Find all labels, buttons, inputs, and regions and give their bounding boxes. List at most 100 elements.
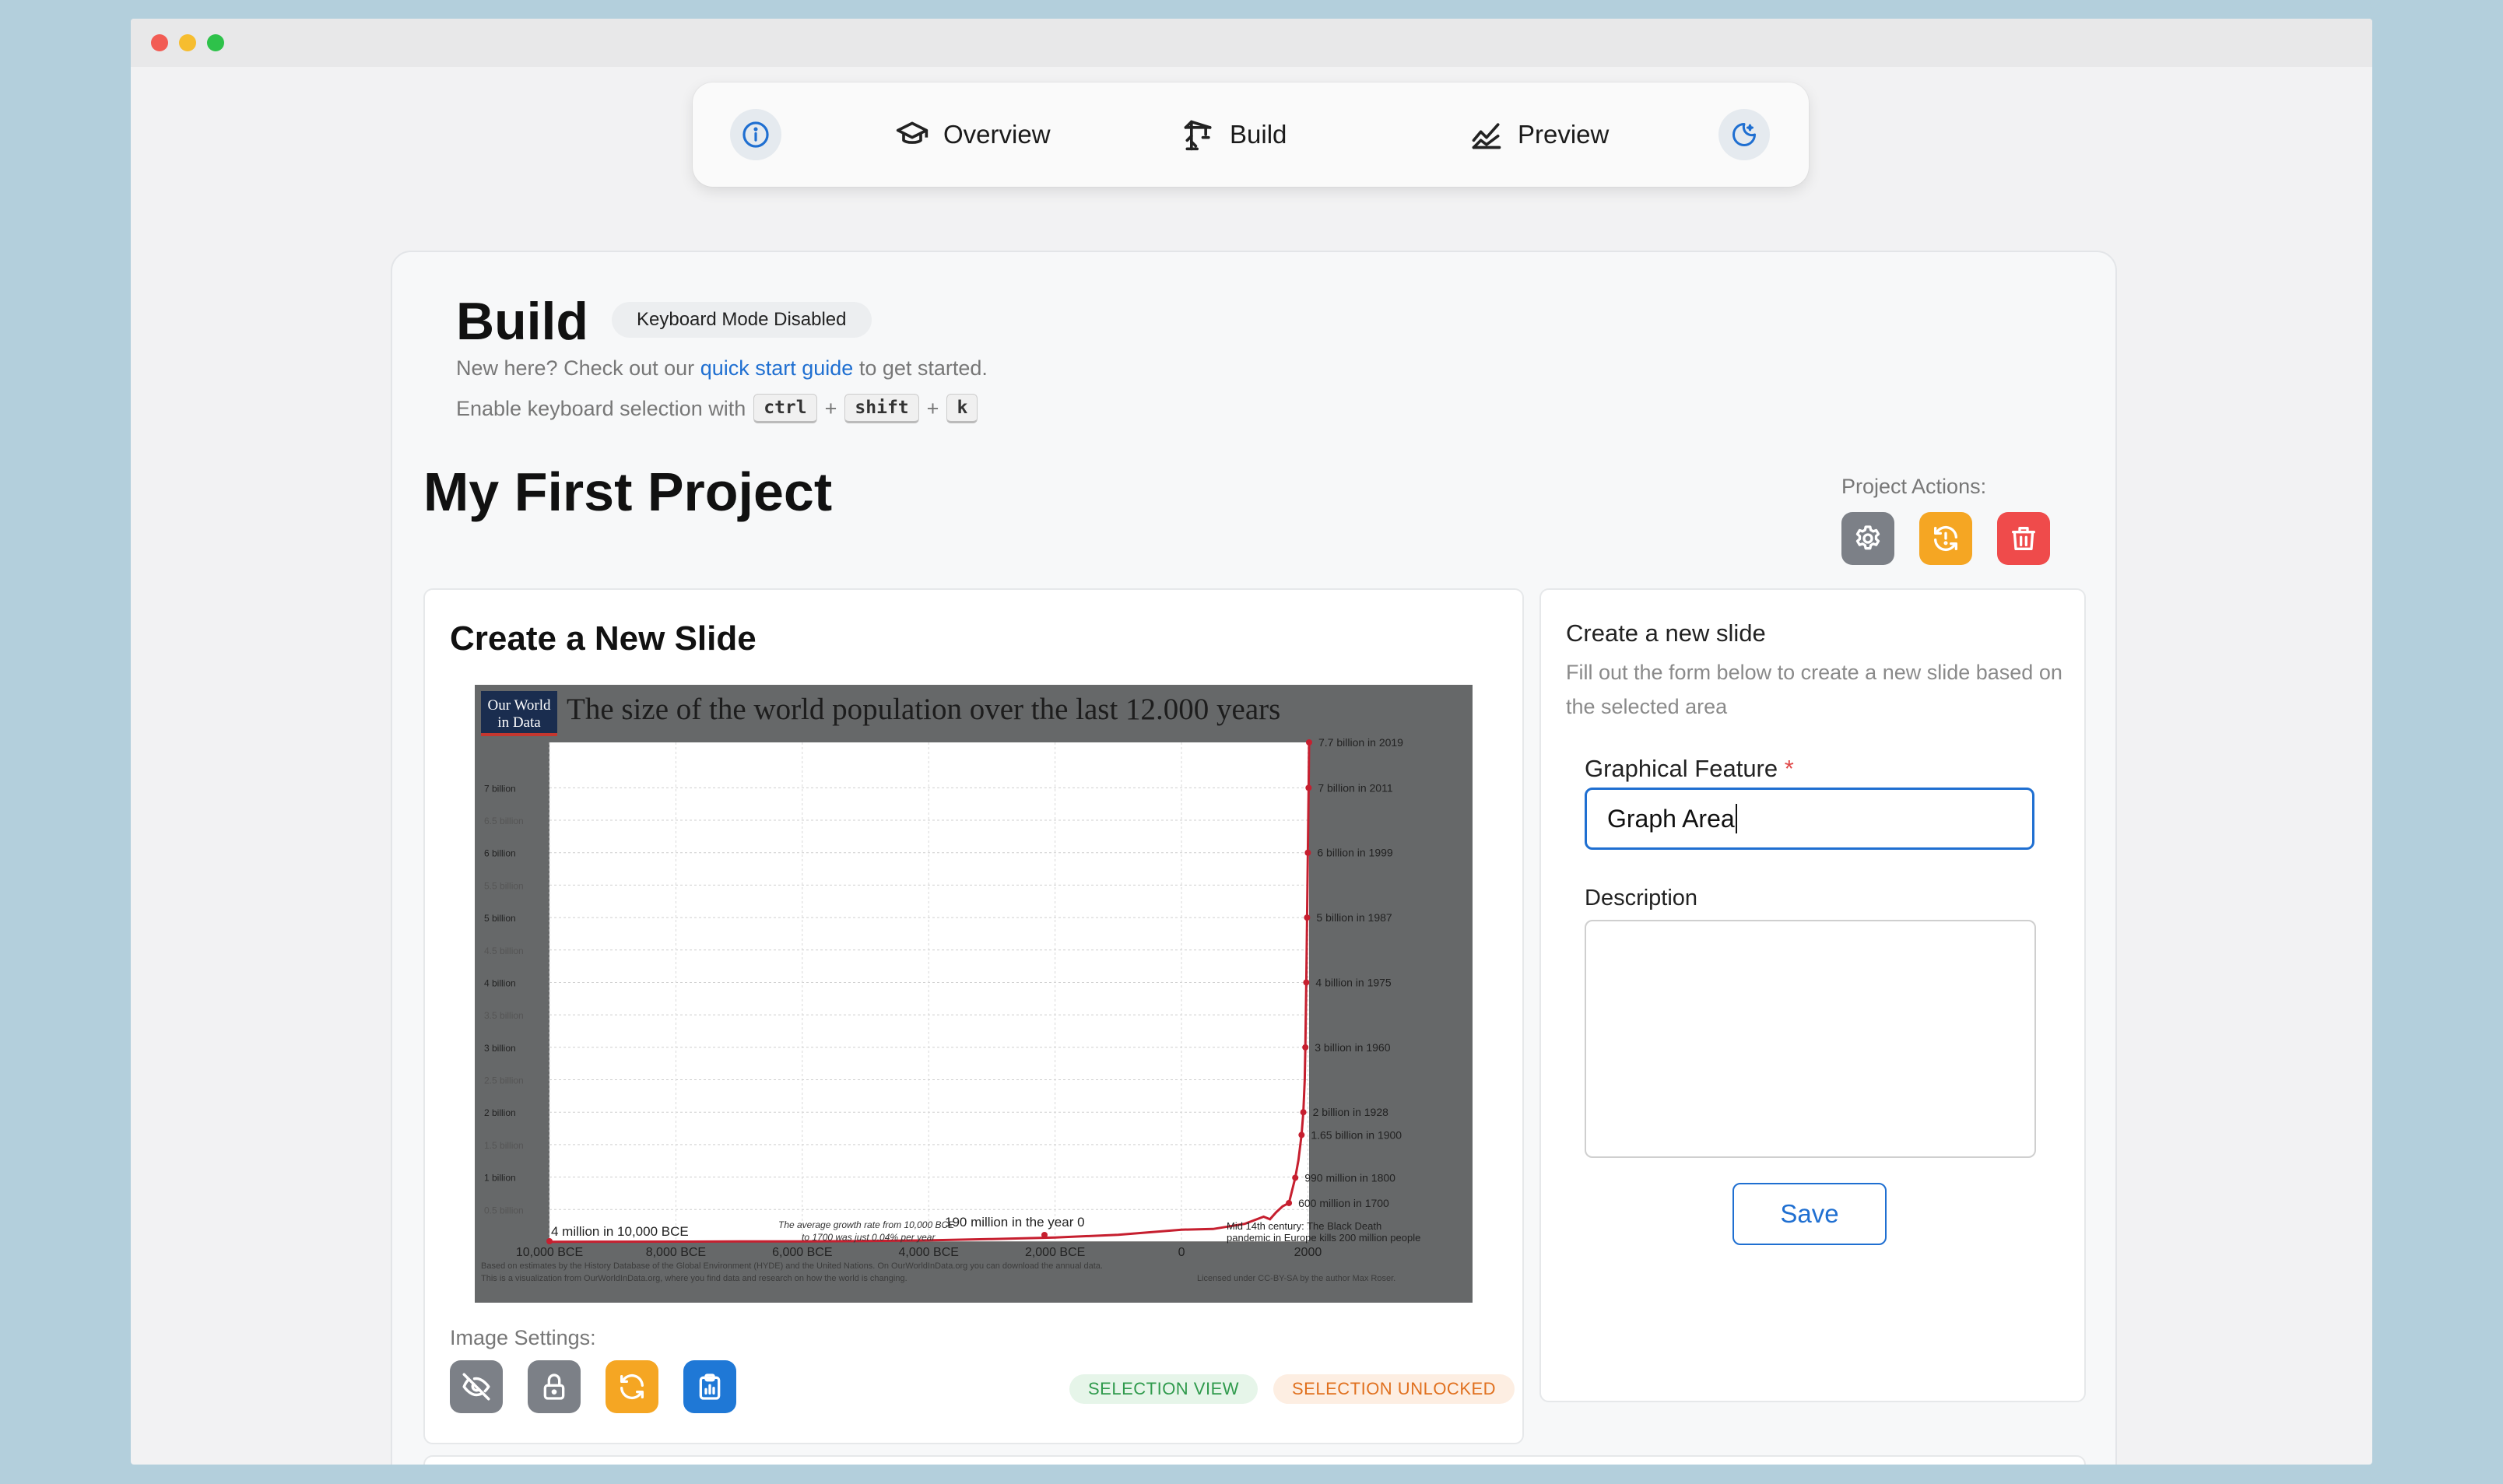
y-tick-label: 3 billion xyxy=(484,1043,516,1054)
create-slide-heading: Create a New Slide xyxy=(450,619,757,658)
y-tick-label: 6.5 billion xyxy=(484,816,524,826)
chart-license: Licensed under CC-BY-SA by the author Ma… xyxy=(1197,1274,1395,1283)
chart-line-icon xyxy=(1472,123,1501,149)
gear-icon xyxy=(1855,525,1880,550)
x-tick-label: 0 xyxy=(1178,1246,1185,1259)
nav-overview[interactable]: Overview xyxy=(895,109,1051,160)
lock-selection-button[interactable] xyxy=(528,1360,581,1413)
year0-annotation: 190 million in the year 0 xyxy=(945,1215,1085,1230)
refresh-alert-icon xyxy=(1934,525,1957,552)
crane-icon xyxy=(1184,120,1212,151)
owid-logo-underline xyxy=(481,733,557,736)
growth-annotation-2: to 1700 was just 0.04% per year xyxy=(802,1232,936,1243)
nav-build[interactable]: Build xyxy=(1181,109,1287,160)
data-point-label: 7 billion in 2011 xyxy=(1318,781,1392,794)
project-delete-button[interactable] xyxy=(1997,512,2050,565)
quick-start-link[interactable]: quick start guide xyxy=(700,356,854,380)
data-point-label: 1.65 billion in 1900 xyxy=(1311,1128,1402,1141)
description-textarea[interactable] xyxy=(1585,920,2036,1158)
project-settings-button[interactable] xyxy=(1841,512,1894,565)
create-slide-panel: Create a New Slide Our World in Data The… xyxy=(423,588,1524,1444)
window-titlebar xyxy=(131,19,2372,67)
growth-annotation-1: The average growth rate from 10,000 BCE xyxy=(778,1219,955,1230)
chart-image[interactable]: Our World in Data The size of the world … xyxy=(475,685,1473,1303)
description-label: Description xyxy=(1585,886,1698,910)
plague-annotation-2: pandemic in Europe kills 200 million peo… xyxy=(1227,1232,1420,1244)
info-button[interactable] xyxy=(730,109,781,160)
population-chart[interactable]: Our World in Data The size of the world … xyxy=(475,685,1473,1303)
owid-logo-line1: Our World xyxy=(488,697,551,714)
data-point xyxy=(1303,979,1310,986)
keyboard-hint-text: Enable keyboard selection with xyxy=(456,396,746,420)
data-point xyxy=(1305,784,1312,791)
graphical-feature-input[interactable]: Graph Area xyxy=(1585,788,2034,850)
kbd-plus: + xyxy=(824,396,837,420)
text-caret xyxy=(1735,804,1737,833)
y-tick-label: 2.5 billion xyxy=(484,1075,524,1086)
image-settings-label: Image Settings: xyxy=(450,1326,596,1349)
reset-image-button[interactable] xyxy=(606,1360,658,1413)
selection-lock-pill: SELECTION UNLOCKED xyxy=(1273,1374,1515,1404)
owid-logo-line2: in Data xyxy=(497,714,541,731)
next-section-card xyxy=(423,1455,2086,1465)
help-suffix: to get started. xyxy=(858,356,988,380)
save-button[interactable]: Save xyxy=(1732,1183,1887,1245)
toggle-visibility-button[interactable] xyxy=(450,1360,503,1413)
year0-point xyxy=(1041,1232,1048,1238)
start-annotation: 4 million in 10,000 BCE xyxy=(551,1224,689,1239)
plague-annotation-1: Mid 14th century: The Black Death xyxy=(1227,1220,1381,1232)
clipboard-chart-icon xyxy=(699,1373,721,1400)
x-tick-label: 2,000 BCE xyxy=(1025,1246,1085,1259)
form-title: Create a new slide xyxy=(1566,619,1766,647)
y-tick-label: 5.5 billion xyxy=(484,880,524,891)
y-tick-label: 4 billion xyxy=(484,977,516,988)
maximize-window-dot[interactable] xyxy=(207,34,224,51)
y-tick-label: 0.5 billion xyxy=(484,1205,524,1216)
build-card: Build Keyboard Mode Disabled New here? C… xyxy=(391,251,2117,1465)
x-tick-label: 10,000 BCE xyxy=(516,1246,583,1259)
data-point xyxy=(1304,849,1311,856)
project-reset-button[interactable] xyxy=(1919,512,1972,565)
eye-off-icon xyxy=(462,1373,490,1401)
refresh-icon xyxy=(620,1373,644,1400)
data-point xyxy=(1300,1109,1307,1116)
y-tick-label: 5 billion xyxy=(484,913,516,924)
y-tick-label: 4.5 billion xyxy=(484,945,524,956)
required-asterisk: * xyxy=(1784,755,1794,782)
data-point xyxy=(1304,914,1311,921)
data-point xyxy=(1286,1199,1293,1206)
x-tick-label: 4,000 BCE xyxy=(899,1246,959,1259)
graduation-cap-icon xyxy=(896,121,929,144)
minimize-window-dot[interactable] xyxy=(179,34,196,51)
y-tick-label: 1.5 billion xyxy=(484,1140,524,1151)
help-text: New here? Check out our quick start guid… xyxy=(456,356,988,381)
chart-footer-1: Based on estimates by the History Databa… xyxy=(481,1261,1103,1271)
plot-area xyxy=(549,742,1309,1242)
data-point-label: 4 billion in 1975 xyxy=(1315,976,1392,988)
lock-icon xyxy=(543,1373,565,1400)
help-prefix: New here? Check out our xyxy=(456,356,695,380)
project-actions-label: Project Actions: xyxy=(1841,475,1987,498)
x-tick-label: 6,000 BCE xyxy=(772,1246,832,1259)
data-point-label: 2 billion in 1928 xyxy=(1313,1106,1389,1118)
y-tick-label: 3.5 billion xyxy=(484,1010,524,1021)
data-point-label: 5 billion in 1987 xyxy=(1316,911,1392,924)
y-tick-label: 1 billion xyxy=(484,1173,516,1184)
form-subtitle: Fill out the form below to create a new … xyxy=(1566,661,2062,718)
nav-preview-label: Preview xyxy=(1518,120,1610,149)
kbd-plus: + xyxy=(926,396,939,420)
theme-toggle-button[interactable] xyxy=(1718,109,1770,160)
nav-preview[interactable]: Preview xyxy=(1469,109,1609,160)
data-point xyxy=(1306,739,1312,746)
data-point-label: 600 million in 1700 xyxy=(1298,1197,1389,1209)
keyboard-mode-badge: Keyboard Mode Disabled xyxy=(612,302,872,338)
feature-label-text: Graphical Feature xyxy=(1585,755,1778,782)
project-title: My First Project xyxy=(423,461,833,522)
close-window-dot[interactable] xyxy=(151,34,168,51)
top-navbar: Overview Build Preview xyxy=(693,82,1809,187)
chart-footer-2: This is a visualization from OurWorldInD… xyxy=(481,1274,907,1283)
moon-stars-icon xyxy=(1732,123,1756,146)
copy-report-button[interactable] xyxy=(683,1360,736,1413)
feature-label: Graphical Feature * xyxy=(1585,755,1794,783)
new-slide-form: Create a new slide Fill out the form bel… xyxy=(1539,588,2086,1402)
